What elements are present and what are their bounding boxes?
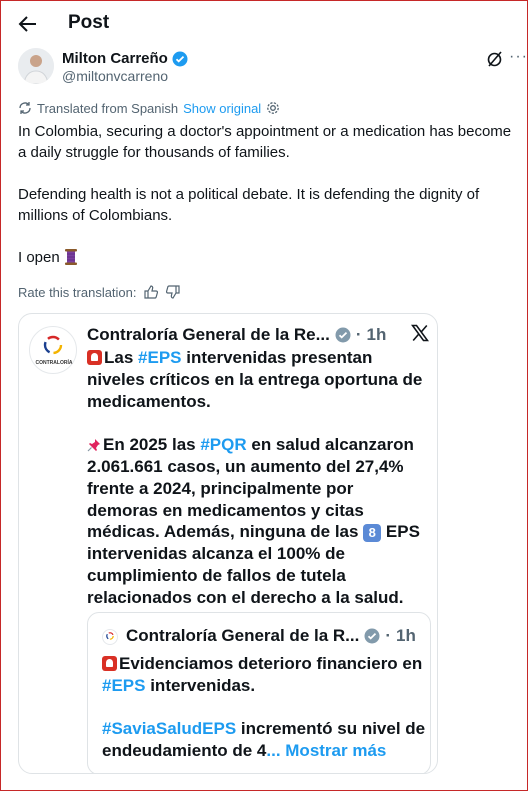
rate-translation: Rate this translation:: [18, 284, 181, 300]
quoted-post-card[interactable]: CONTRALORÍA Contraloría General de la Re…: [18, 313, 438, 774]
show-original-link[interactable]: Show original: [183, 101, 261, 116]
show-more-link[interactable]: ... Mostrar más: [266, 741, 386, 760]
translate-icon: [19, 102, 31, 114]
verified-gray-badge-icon: [364, 628, 380, 644]
hashtag-saviasaludeps[interactable]: #SaviaSaludEPS: [102, 719, 236, 738]
nested-author-name[interactable]: Contraloría General de la R...: [126, 626, 359, 646]
hashtag-eps[interactable]: #EPS: [138, 348, 181, 367]
quoted-post-time[interactable]: 1h: [366, 325, 386, 345]
logo-wordmark: CONTRALORÍA: [35, 360, 73, 366]
thread-spool-icon: [64, 249, 77, 265]
nested-paragraph: #SaviaSaludEPS incrementó su nivel de en…: [102, 718, 428, 762]
thumbs-up-icon[interactable]: [143, 284, 159, 300]
nested-post-text: Evidenciamos deterioro financiero en #EP…: [102, 653, 428, 762]
post-paragraph: Defending health is not a political deba…: [18, 186, 480, 224]
back-arrow-icon[interactable]: [14, 10, 42, 38]
nested-paragraph: Evidenciamos deterioro financiero en #EP…: [102, 653, 428, 697]
post-text: In Colombia, securing a doctor's appoint…: [18, 121, 518, 268]
nested-post-time[interactable]: 1h: [396, 626, 416, 646]
author-name[interactable]: Milton Carreño: [62, 50, 188, 67]
translation-note: Translated from Spanish Show original: [18, 100, 280, 116]
page-title: Post: [68, 12, 110, 33]
post-paragraph-last: I open: [18, 247, 518, 268]
settings-icon[interactable]: [266, 101, 280, 115]
quoted-author-name[interactable]: Contraloría General de la Re...: [87, 325, 330, 345]
verified-gray-badge-icon: [335, 327, 351, 343]
quoted-post-header: Contraloría General de la Re... · 1h: [87, 324, 386, 346]
pushpin-emoji-icon: [87, 439, 100, 452]
author-handle[interactable]: @miltonvcarreno: [62, 68, 168, 84]
rate-label: Rate this translation:: [18, 284, 137, 300]
more-options-icon[interactable]: ···: [509, 49, 527, 68]
quoted-post-text: Las #EPS intervenidas presentan niveles …: [87, 347, 427, 609]
thumbs-down-icon[interactable]: [165, 284, 181, 300]
quoted-text-part: En 2025 las: [103, 435, 201, 455]
quoted-paragraph: Las #EPS intervenidas presentan niveles …: [87, 347, 427, 412]
contraloria-small-logo: [102, 629, 118, 645]
keycap-eight-emoji-icon: 8: [363, 524, 382, 543]
contraloria-logo: CONTRALORÍA: [29, 326, 77, 374]
nested-text-part: Evidenciamos deterioro financiero en: [119, 654, 423, 673]
hashtag-pqr[interactable]: #PQR: [200, 435, 246, 454]
nested-quoted-post-card[interactable]: Contraloría General de la R... · 1h Evid…: [87, 612, 431, 773]
post-paragraph: In Colombia, securing a doctor's appoint…: [18, 123, 512, 161]
grok-icon[interactable]: [486, 50, 504, 68]
quoted-text-part: Las: [104, 348, 139, 367]
author-name-text[interactable]: Milton Carreño: [62, 50, 168, 67]
header: Post: [0, 0, 528, 48]
post-paragraph-text: I open: [18, 249, 60, 266]
siren-emoji-icon: [87, 350, 102, 365]
avatar[interactable]: [18, 48, 54, 84]
nested-text-part: intervenidas.: [145, 675, 256, 695]
quoted-paragraph: En 2025 las #PQR en salud alcanzaron 2.0…: [87, 434, 427, 608]
hashtag-eps[interactable]: #EPS: [102, 676, 145, 695]
quoted-time-sep: ·: [355, 325, 362, 344]
nested-post-header: Contraloría General de la R... · 1h: [126, 625, 416, 647]
verified-badge-icon: [172, 51, 188, 66]
nested-time-sep: ·: [385, 626, 392, 645]
x-logo-icon: [410, 324, 430, 342]
siren-emoji-icon: [102, 656, 117, 671]
translated-label: Translated from Spanish: [37, 100, 179, 116]
